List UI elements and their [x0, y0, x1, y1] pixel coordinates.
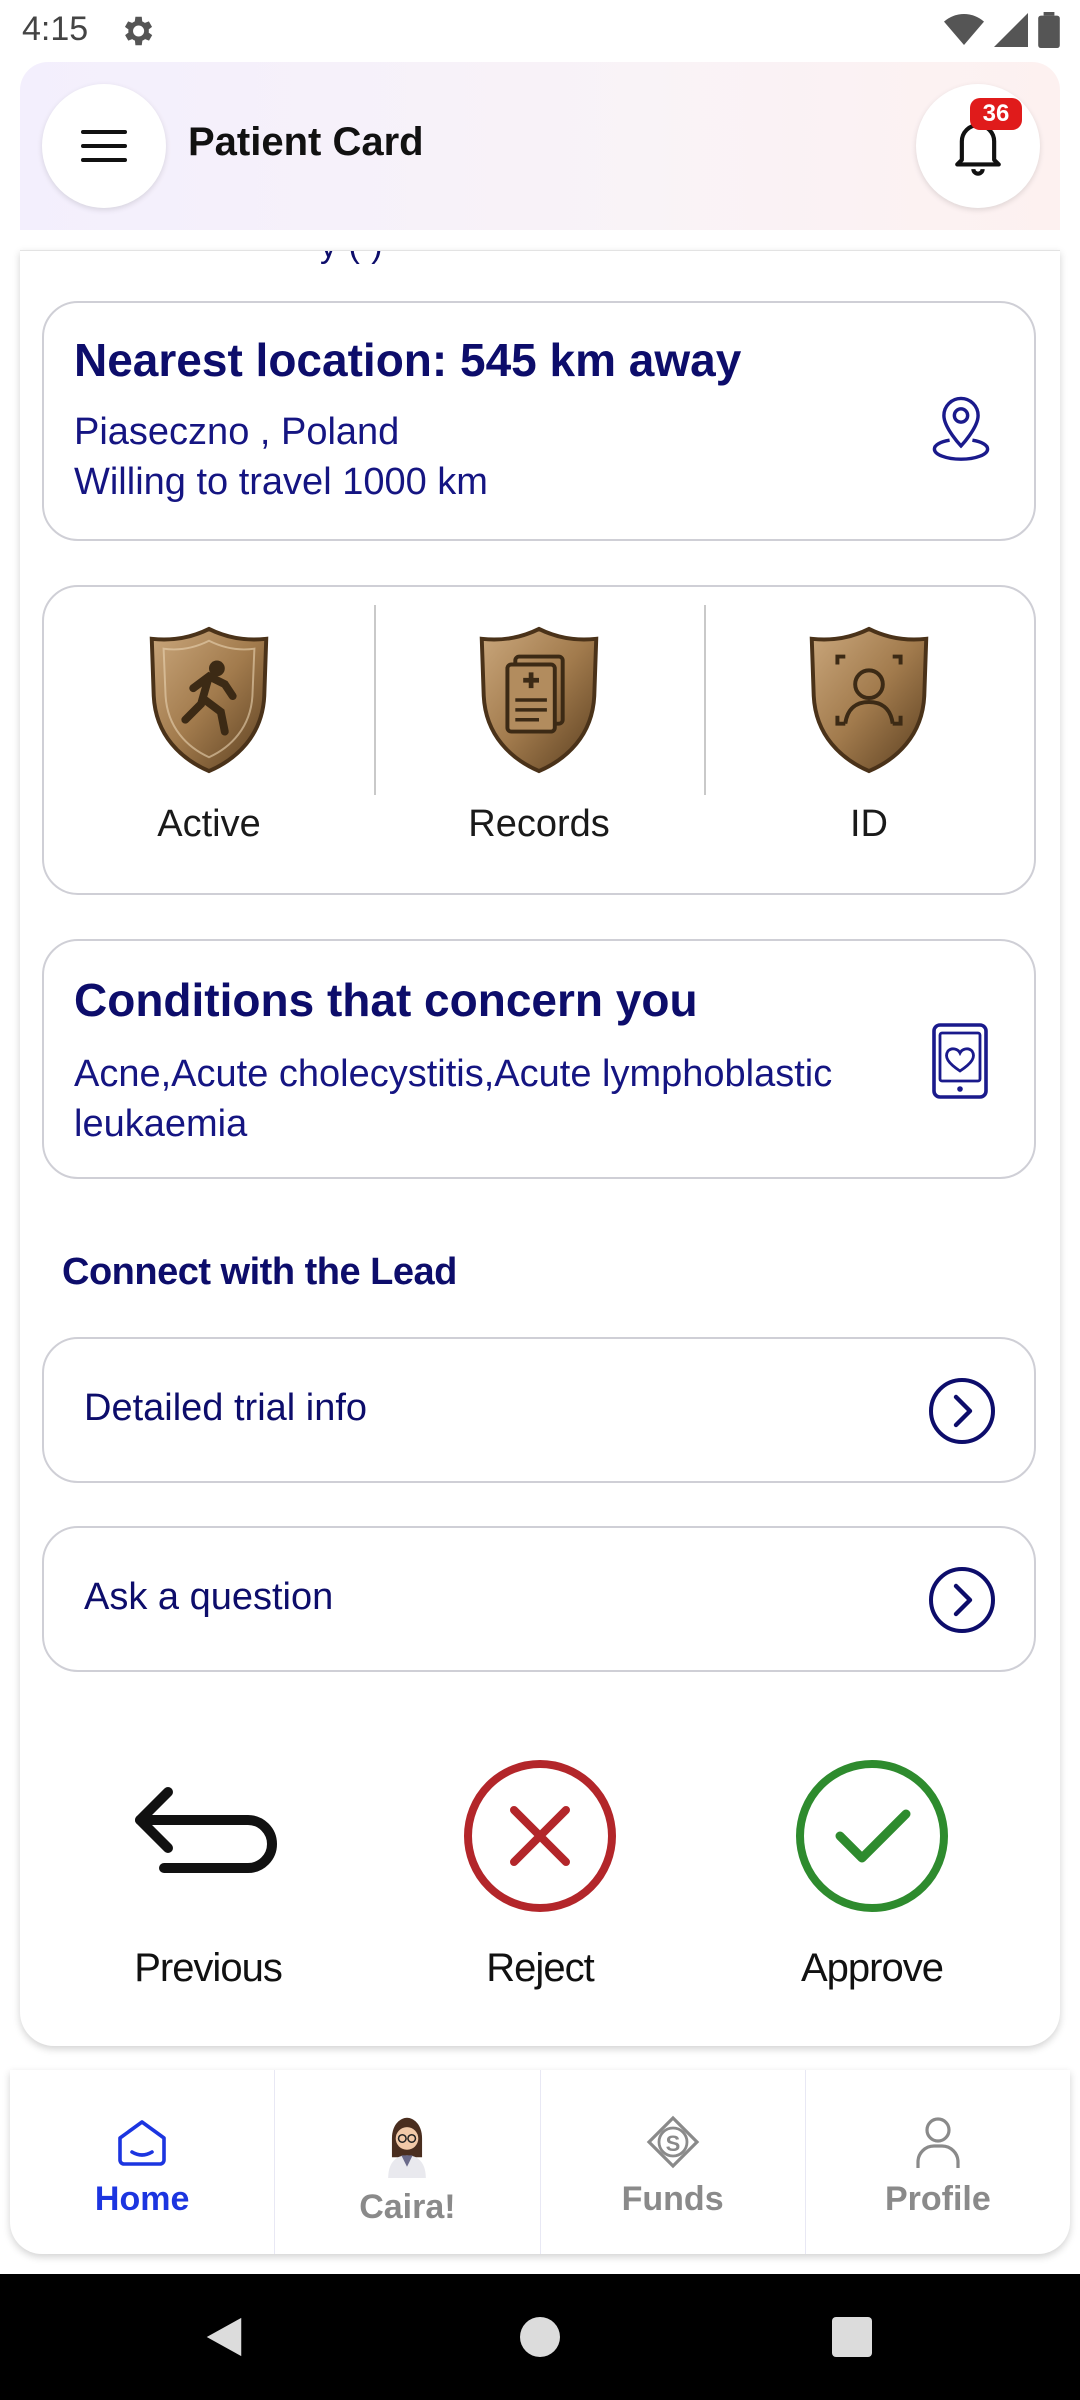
- person-id-shield-icon: [809, 626, 929, 774]
- connect-section-title: Connect with the Lead: [62, 1251, 457, 1293]
- clipped-heading: y ( ): [320, 251, 384, 266]
- badge-active[interactable]: Active: [44, 587, 374, 893]
- caira-avatar-icon: [388, 2117, 427, 2178]
- medical-tablet-icon: [932, 1023, 988, 1099]
- conditions-list: Acne,Acute cholecystitis,Acute lymphobla…: [74, 1053, 833, 1145]
- location-card: Nearest location: 545 km away Piaseczno …: [42, 301, 1036, 541]
- link-label: Detailed trial info: [84, 1387, 368, 1429]
- ask-question-button[interactable]: Ask a question: [42, 1526, 1036, 1672]
- home-icon: [118, 2120, 166, 2166]
- svg-text:S: S: [665, 2131, 680, 2156]
- nav-profile[interactable]: Profile: [804, 2070, 1070, 2254]
- action-buttons: Previous Reject Approve: [20, 1756, 1060, 1996]
- previous-label: Previous: [134, 1946, 283, 1990]
- reject-label: Reject: [486, 1946, 594, 1990]
- reject-button[interactable]: Reject: [410, 1756, 670, 1991]
- back-arrow-icon: [135, 1787, 277, 1873]
- funds-icon: S: [646, 2115, 699, 2169]
- location-title: Nearest location: 545 km away: [74, 334, 742, 386]
- conditions-card: Conditions that concern you Acne,Acute c…: [42, 939, 1036, 1179]
- nav-home[interactable]: Home: [10, 2070, 274, 2254]
- nav-funds[interactable]: S Funds: [539, 2070, 805, 2254]
- badge-records[interactable]: Records: [374, 587, 704, 893]
- nav-caira[interactable]: Caira!: [274, 2070, 539, 2254]
- reject-x-icon: [464, 1760, 616, 1912]
- status-bar: 4:15: [0, 0, 1080, 62]
- link-label: Ask a question: [84, 1576, 334, 1618]
- profile-icon: [916, 2117, 960, 2168]
- page-title: Patient Card: [188, 120, 424, 164]
- badge-label: Active: [157, 803, 261, 845]
- patient-card[interactable]: y ( ) Nearest location: 545 km away Pias…: [20, 250, 1060, 2046]
- approve-button[interactable]: Approve: [742, 1756, 1002, 1991]
- previous-button[interactable]: Previous: [78, 1756, 338, 1991]
- conditions-title: Conditions that concern you: [74, 974, 698, 1026]
- approve-check-icon: [796, 1760, 948, 1912]
- notification-count-badge: 36: [970, 98, 1022, 130]
- menu-button[interactable]: [42, 84, 166, 208]
- travel-distance: Willing to travel 1000 km: [74, 461, 488, 503]
- nav-label: Home: [94, 2180, 190, 2218]
- hamburger-icon: [81, 130, 127, 162]
- badge-label: Records: [468, 803, 610, 845]
- nav-label: Profile: [884, 2180, 991, 2218]
- cell-signal-icon: [994, 13, 1028, 47]
- battery-icon: [1038, 12, 1060, 48]
- running-person-shield-icon: [149, 626, 269, 774]
- detailed-trial-info-button[interactable]: Detailed trial info: [42, 1337, 1036, 1483]
- system-home-icon[interactable]: [518, 2314, 562, 2360]
- app-header: Patient Card 36: [20, 62, 1060, 230]
- status-icons: [944, 12, 1060, 48]
- medical-records-shield-icon: [479, 626, 599, 774]
- chevron-right-circle-icon: [929, 1567, 995, 1633]
- approve-label: Approve: [801, 1946, 944, 1990]
- wifi-icon: [944, 14, 984, 45]
- settings-gear-icon: [124, 16, 153, 46]
- badge-label: ID: [850, 803, 888, 845]
- system-navigation-bar: [0, 2274, 1080, 2400]
- verification-badges: Active Records ID: [42, 585, 1036, 895]
- status-time: 4:15: [22, 10, 89, 48]
- location-city: Piaseczno , Poland: [74, 411, 400, 453]
- nav-label: Caira!: [359, 2188, 456, 2226]
- bottom-navigation: Home Caira! S Funds Profile: [10, 2070, 1070, 2254]
- map-pin-icon: [932, 396, 990, 461]
- system-recents-icon[interactable]: [830, 2314, 874, 2360]
- badge-id[interactable]: ID: [704, 587, 1034, 893]
- nav-label: Funds: [621, 2180, 724, 2218]
- chevron-right-circle-icon: [929, 1378, 995, 1444]
- system-back-icon[interactable]: [202, 2314, 246, 2360]
- notifications-button[interactable]: 36: [916, 84, 1040, 208]
